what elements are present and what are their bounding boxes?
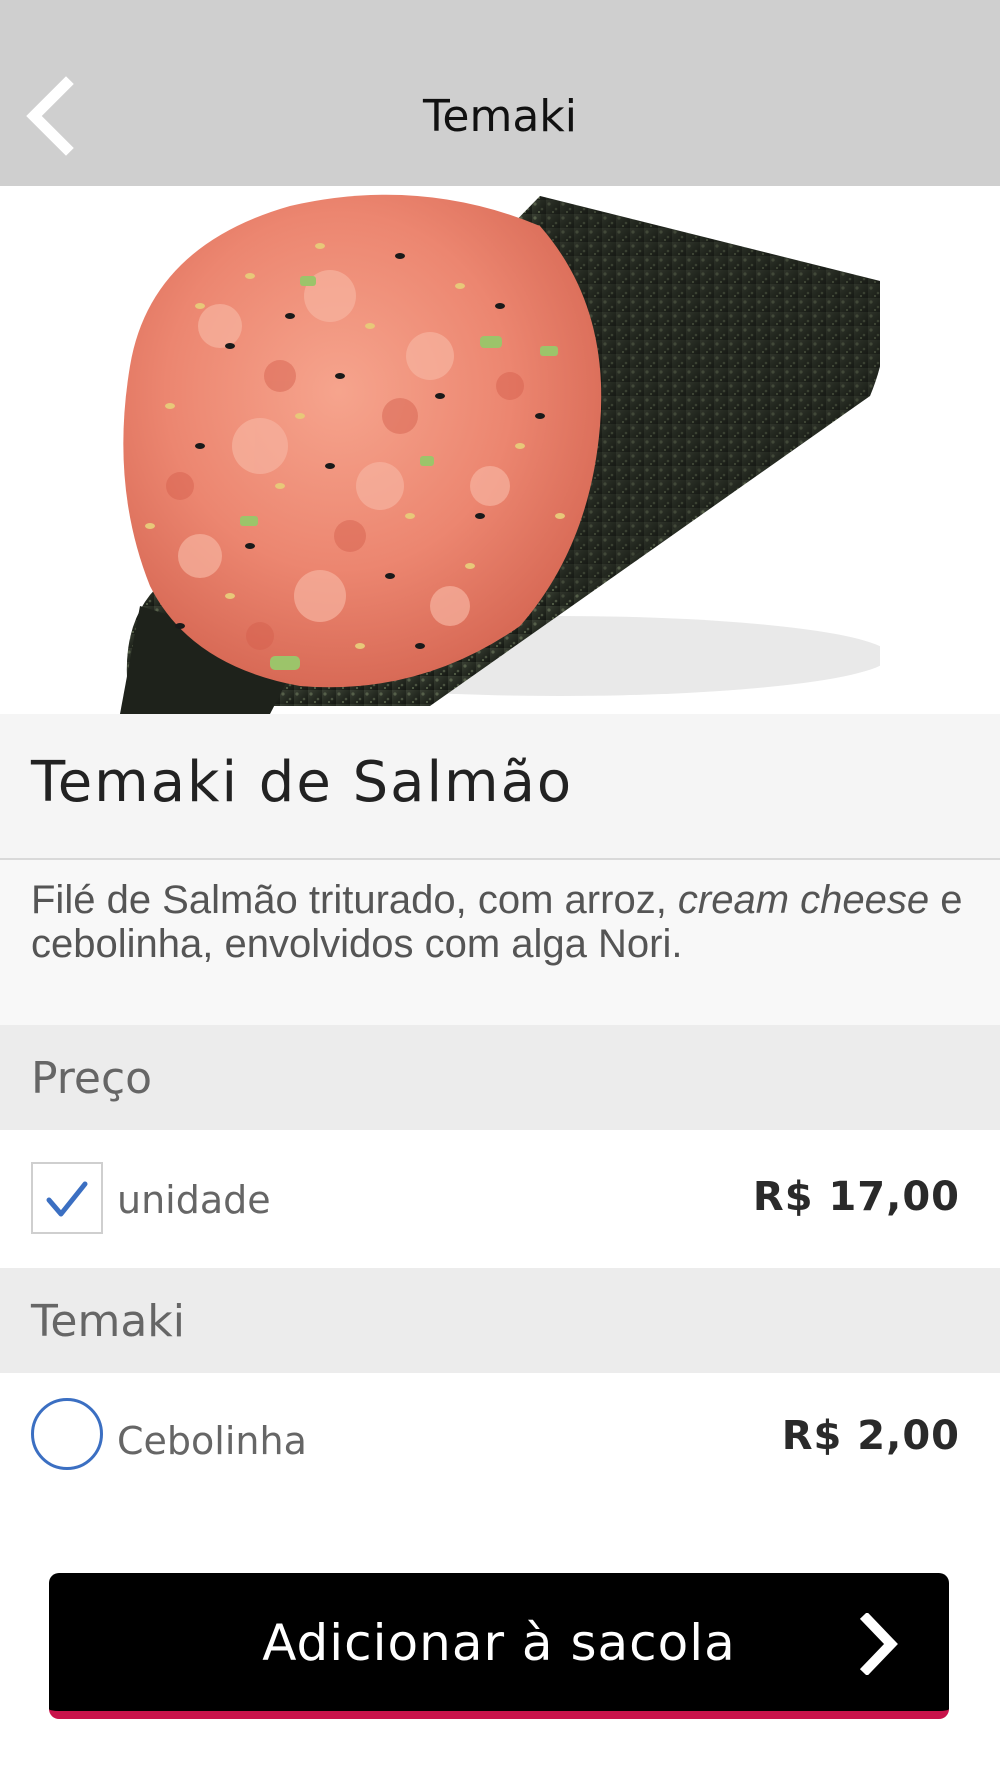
checkbox[interactable] (31, 1162, 103, 1234)
add-to-bag-button[interactable]: Adicionar à sacola (49, 1573, 949, 1719)
top-bar: Temaki (0, 0, 1000, 186)
product-detail-screen: Temaki Temaki de Salmão Filé de Salmão t… (0, 0, 1000, 1778)
section-header-price: Preço (0, 1025, 1000, 1130)
option-price: R$ 17,00 (752, 1174, 960, 1220)
product-image (0, 186, 1000, 714)
description-italic: cream cheese (677, 878, 930, 922)
radio-button[interactable] (31, 1398, 103, 1470)
product-name: Temaki de Salmão (31, 750, 574, 815)
section-header-temaki: Temaki (0, 1268, 1000, 1373)
section-title: Temaki (31, 1296, 185, 1347)
option-label: Cebolinha (117, 1419, 307, 1463)
option-label: unidade (117, 1178, 271, 1222)
chevron-right-icon (859, 1613, 898, 1675)
option-row-unidade[interactable]: unidade R$ 17,00 (0, 1130, 1000, 1268)
product-title-section: Temaki de Salmão (0, 714, 1000, 860)
section-title: Preço (31, 1053, 153, 1104)
checkmark-icon (46, 1181, 88, 1217)
page-title: Temaki (423, 91, 577, 142)
option-price: R$ 2,00 (781, 1413, 960, 1459)
add-to-bag-label: Adicionar à sacola (262, 1614, 736, 1672)
description-text: Filé de Salmão triturado, com arroz, (31, 878, 678, 922)
product-description: Filé de Salmão triturado, com arroz, cre… (31, 878, 991, 966)
temaki-photo (0, 186, 1000, 714)
option-row-cebolinha[interactable]: Cebolinha R$ 2,00 (0, 1373, 1000, 1511)
product-description-section: Filé de Salmão triturado, com arroz, cre… (0, 860, 1000, 1025)
